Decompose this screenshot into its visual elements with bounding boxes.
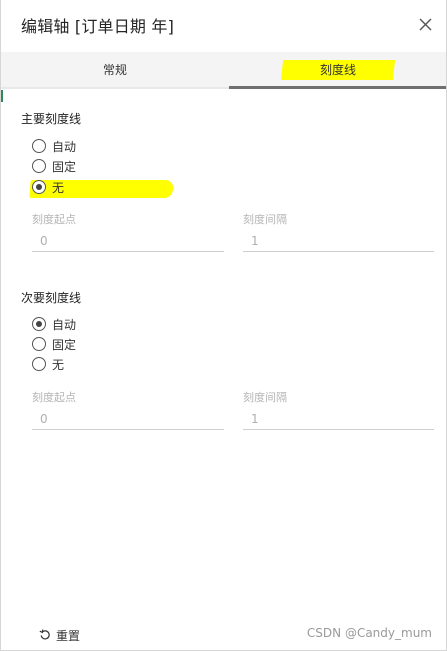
major-interval-label: 刻度间隔 [243, 213, 287, 226]
major-start-input[interactable] [32, 230, 224, 252]
undo-icon [39, 629, 50, 640]
tab-general[interactable]: 常规 [1, 52, 229, 89]
dialog-title: 编辑轴 [订单日期 年] [21, 17, 175, 36]
tab-tick-marks[interactable]: 刻度线 [229, 52, 446, 89]
radio-button[interactable] [32, 159, 46, 173]
radio-label: 无 [52, 181, 65, 195]
minor-start-input[interactable] [32, 408, 224, 430]
edit-axis-dialog: 编辑轴 [订单日期 年] 常规 刻度线 主要刻度线 自动 固定 无 刻度起点 刻… [0, 0, 447, 651]
close-icon [419, 18, 432, 31]
minor-interval-input[interactable] [243, 408, 434, 430]
major-ticks-title: 主要刻度线 [21, 112, 82, 126]
minor-ticks-title: 次要刻度线 [21, 291, 82, 305]
radio-label: 固定 [52, 160, 77, 174]
highlight-mark: 刻度线 [281, 60, 396, 80]
radio-button[interactable] [32, 357, 46, 371]
tab-bar: 常规 刻度线 [1, 52, 446, 89]
radio-button[interactable] [32, 139, 46, 153]
radio-button-selected[interactable] [32, 180, 46, 194]
highlight-mark [29, 180, 174, 198]
major-interval-input[interactable] [243, 230, 434, 252]
radio-button-selected[interactable] [32, 317, 46, 331]
tab-label: 刻度线 [320, 63, 357, 77]
watermark: CSDN @Candy_mum [306, 626, 432, 640]
radio-button[interactable] [32, 337, 46, 351]
radio-label: 固定 [52, 338, 77, 352]
minor-interval-label: 刻度间隔 [243, 391, 287, 404]
minor-start-label: 刻度起点 [32, 391, 76, 404]
tab-label: 常规 [102, 63, 127, 77]
major-start-label: 刻度起点 [32, 213, 76, 226]
reset-label: 重置 [56, 629, 81, 643]
radio-label: 自动 [52, 140, 77, 154]
edge-marker [1, 90, 3, 102]
close-button[interactable] [414, 13, 438, 37]
radio-label: 自动 [52, 318, 77, 332]
radio-label: 无 [52, 358, 65, 372]
